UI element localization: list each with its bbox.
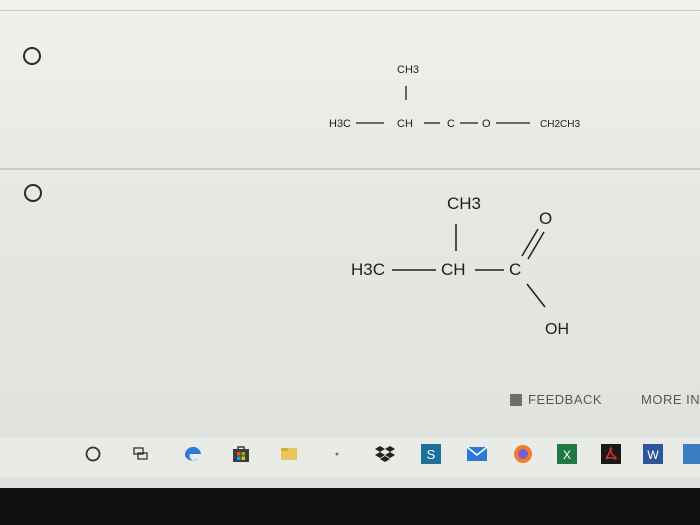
excel-icon[interactable]: X [554, 441, 580, 467]
o1-left-methyl: H3C [329, 118, 351, 130]
o1-carbon: C [447, 118, 455, 130]
firefox-icon[interactable] [510, 441, 536, 467]
o2-double-bond-a [521, 228, 539, 257]
edge-icon[interactable] [180, 441, 206, 467]
molecule-drawings: CH3 H3C CH C O CH2CH3 CH3 H3C CH C O OH [329, 64, 580, 338]
acrobat-icon[interactable] [598, 441, 624, 467]
o2-single-bond-oh [526, 283, 546, 308]
o2-center-ch: CH [441, 260, 466, 279]
o2-top-methyl: CH3 [447, 194, 481, 213]
o2-carbonyl-oxygen: O [539, 209, 552, 228]
overflow-icon[interactable] [682, 441, 700, 467]
o1-oxygen: O [482, 118, 491, 130]
mail-icon[interactable] [464, 441, 490, 467]
o2-hydroxyl: OH [545, 321, 569, 338]
more-info-link[interactable]: MORE IN [641, 392, 700, 407]
o1-ethyl: CH2CH3 [540, 119, 580, 130]
screen: CH3 H3C CH C O CH2CH3 CH3 H3C CH C O OH [0, 0, 700, 490]
svg-text:S: S [427, 447, 436, 462]
option-1-structure: CH3 H3C CH C O CH2CH3 [329, 64, 580, 130]
word-icon[interactable]: W [640, 441, 666, 467]
feedback-label: FEEDBACK [528, 392, 603, 407]
feedback-icon [510, 393, 522, 406]
task-view-icon[interactable] [128, 441, 154, 467]
store-icon[interactable] [228, 441, 254, 467]
separator-dot [324, 441, 350, 467]
o2-carbon: C [509, 260, 521, 279]
o2-left-methyl: H3C [351, 260, 385, 279]
o1-center-ch: CH [397, 118, 413, 130]
o1-top-methyl: CH3 [397, 64, 419, 76]
feedback-button[interactable]: FEEDBACK [510, 392, 602, 407]
svg-text:W: W [647, 448, 659, 462]
o2-double-bond-b [527, 231, 545, 260]
svg-text:X: X [563, 448, 571, 462]
option-2-structure: CH3 H3C CH C O OH [351, 194, 569, 338]
dropbox-icon[interactable] [372, 441, 398, 467]
files-icon[interactable] [276, 441, 302, 467]
monitor-bezel [0, 488, 700, 525]
search-icon[interactable] [80, 441, 106, 467]
app-icon[interactable]: S [418, 441, 444, 467]
